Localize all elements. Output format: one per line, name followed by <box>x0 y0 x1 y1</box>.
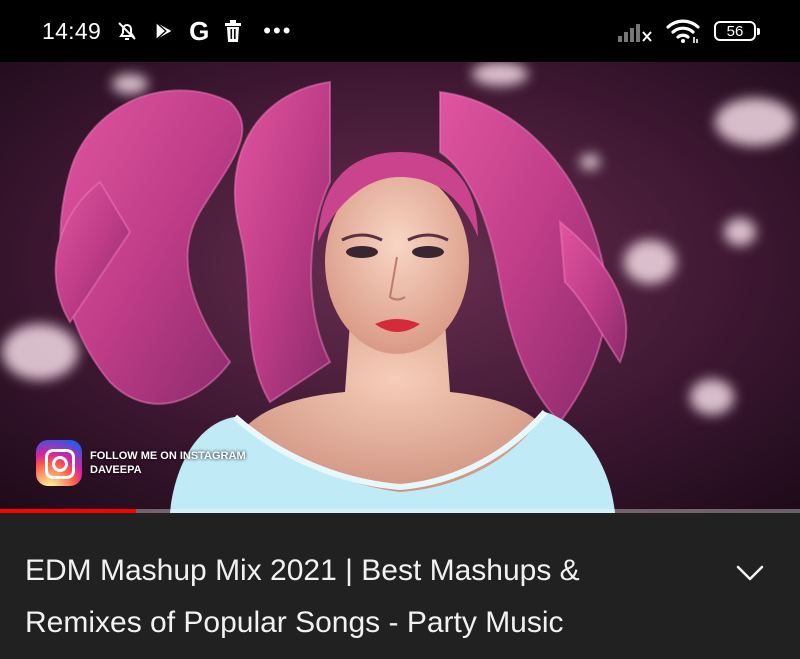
instagram-icon <box>36 440 82 486</box>
more-dots-icon: ••• <box>263 18 293 43</box>
clock: 14:49 <box>42 17 102 44</box>
instagram-overlay: FOLLOW ME ON INSTAGRAM DAVEEPA <box>36 440 246 486</box>
battery-icon: 56 <box>714 21 760 41</box>
video-player[interactable]: FOLLOW ME ON INSTAGRAM DAVEEPA <box>0 62 800 513</box>
trash-icon <box>223 20 243 42</box>
status-bar: 14:49 G ••• 56 <box>0 0 800 62</box>
notifications-muted-icon <box>115 19 139 43</box>
instagram-overlay-text: FOLLOW ME ON INSTAGRAM DAVEEPA <box>90 449 246 477</box>
video-info: EDM Mashup Mix 2021 | Best Mashups & Rem… <box>0 513 800 659</box>
chevron-down-icon <box>736 565 764 581</box>
battery-level: 56 <box>726 22 744 40</box>
signal-no-service-icon <box>618 20 652 42</box>
overlay-line-1: FOLLOW ME ON INSTAGRAM <box>90 450 246 462</box>
video-title[interactable]: EDM Mashup Mix 2021 | Best Mashups & Rem… <box>25 545 685 649</box>
overlay-line-2: DAVEEPA <box>90 464 142 476</box>
play-store-icon <box>153 20 175 42</box>
status-left: 14:49 G ••• <box>42 0 292 62</box>
status-right: 56 <box>618 0 760 62</box>
expand-description-button[interactable] <box>732 555 768 591</box>
wifi-icon <box>666 18 700 44</box>
google-icon: G <box>189 16 210 46</box>
